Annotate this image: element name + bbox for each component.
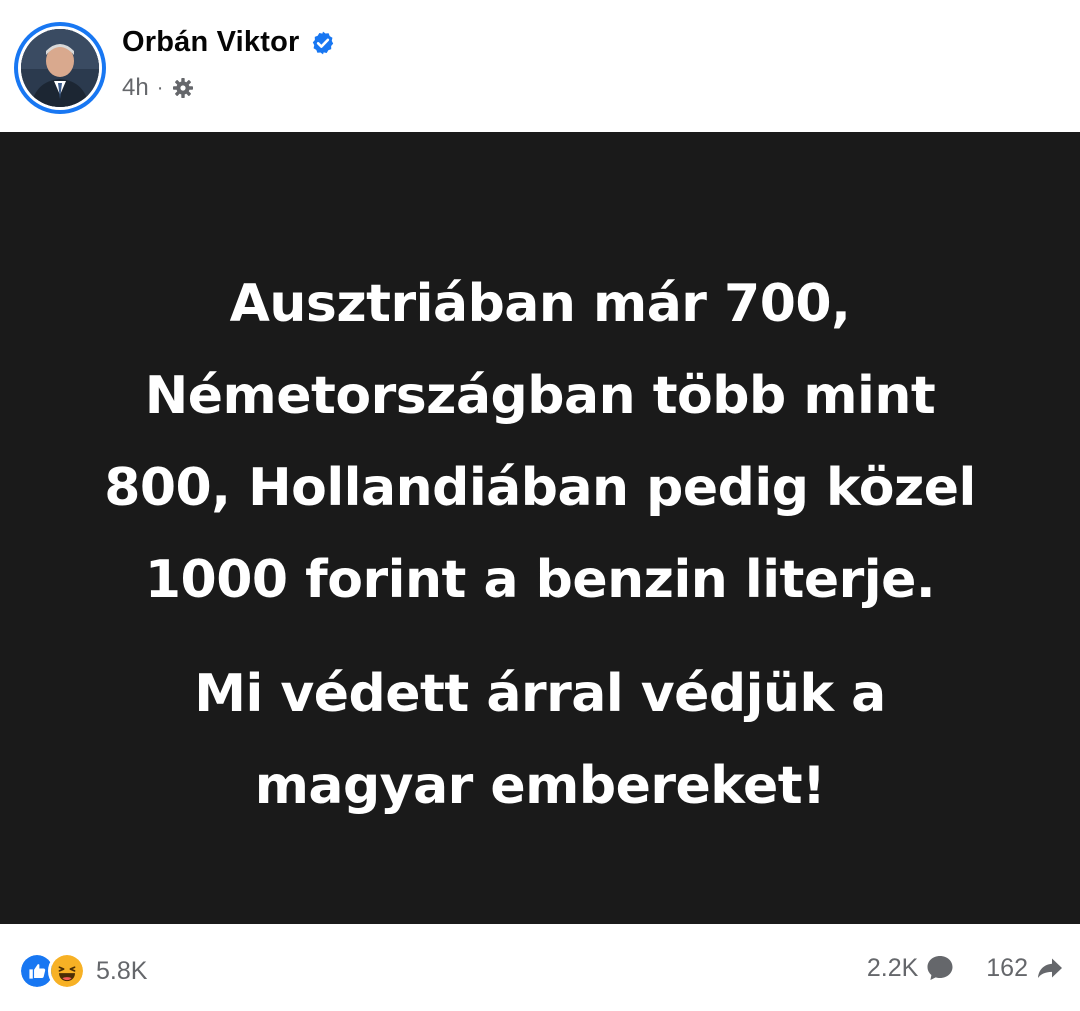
gear-icon[interactable] <box>171 76 195 100</box>
avatar-photo <box>21 29 99 107</box>
shares-stat[interactable]: 162 <box>986 952 1066 984</box>
headline-line: magyar embereket! <box>254 756 826 816</box>
verified-badge-icon <box>312 31 333 54</box>
headline-line: 1000 forint a benzin literje. <box>144 550 936 610</box>
comment-bubble-icon <box>927 956 953 980</box>
headline-line: Ausztriában már 700, <box>229 274 851 334</box>
facebook-post: Orbán Viktor 4h · Ausztriában már 700, N… <box>0 0 1080 1011</box>
post-timestamp[interactable]: 4h <box>122 74 149 102</box>
shares-count: 162 <box>986 953 1028 982</box>
headline-line: Németországban több mint <box>144 366 936 426</box>
engagement-stats: 2.2K 162 <box>867 952 1066 984</box>
author-name[interactable]: Orbán Viktor <box>122 26 300 59</box>
headline-line: Mi védett árral védjük a <box>194 664 886 724</box>
reaction-count: 5.8K <box>96 956 148 985</box>
post-image-text: Ausztriában már 700, Németországban több… <box>0 258 1080 832</box>
comments-stat[interactable]: 2.2K <box>867 952 956 984</box>
post-image[interactable]: Ausztriában már 700, Németországban több… <box>0 132 1080 924</box>
avatar-story-ring[interactable] <box>14 22 106 114</box>
meta-separator: · <box>156 76 164 99</box>
share-arrow-icon <box>1038 958 1062 978</box>
headline-line: 800, Hollandiában pedig közel <box>104 458 976 518</box>
post-header: Orbán Viktor 4h · <box>0 0 1080 132</box>
post-footer: 5.8K 2.2K 162 <box>0 924 1080 1011</box>
reactions-summary[interactable]: 5.8K <box>18 952 147 990</box>
comments-count: 2.2K <box>866 953 919 982</box>
avatar[interactable] <box>21 29 99 107</box>
haha-icon <box>48 952 86 990</box>
